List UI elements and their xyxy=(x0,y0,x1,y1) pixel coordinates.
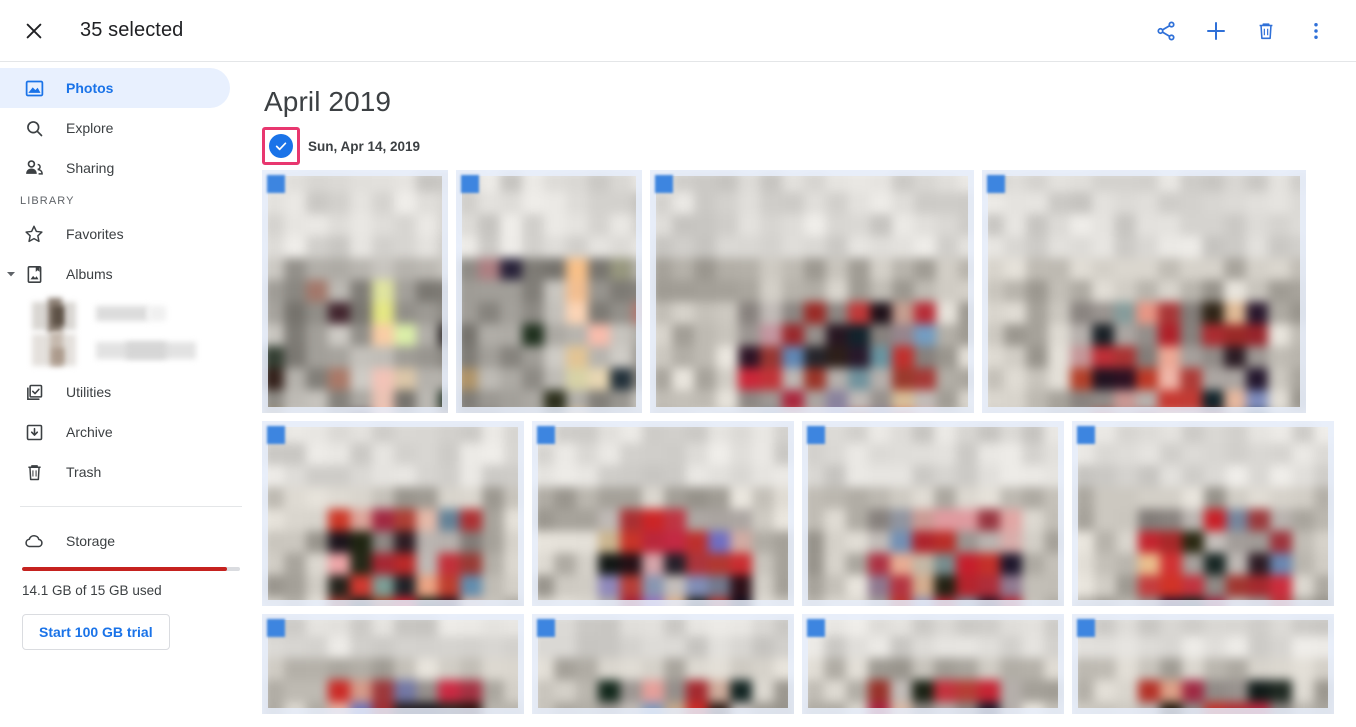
photo-grid-area: April 2019 Sun, Apr 14, 2019 xyxy=(262,62,1356,727)
check-icon xyxy=(275,142,287,151)
photo-select-checkbox[interactable] xyxy=(537,619,555,637)
photo-select-checkbox[interactable] xyxy=(987,175,1005,193)
photo-thumbnail xyxy=(982,170,1306,413)
photo-thumbnail xyxy=(1072,614,1334,714)
photo-select-checkbox[interactable] xyxy=(461,175,479,193)
storage-usage-label: 14.1 GB of 15 GB used xyxy=(22,583,162,598)
sidebar-item-trash[interactable]: Trash xyxy=(0,452,230,492)
photo-grid xyxy=(262,170,1356,714)
photo-tile[interactable] xyxy=(1072,614,1334,714)
sidebar: Photos Explore Sharing LIBRARY Favorites… xyxy=(0,62,262,727)
sidebar-divider xyxy=(20,506,242,507)
photo-tile[interactable] xyxy=(802,421,1064,606)
storage-progress-fill xyxy=(22,567,227,571)
start-trial-button[interactable]: Start 100 GB trial xyxy=(22,614,170,650)
photo-thumbnail xyxy=(1072,421,1334,606)
photo-tile[interactable] xyxy=(532,614,794,714)
people-icon xyxy=(22,156,46,180)
cloud-icon xyxy=(22,529,46,553)
sidebar-item-photos[interactable]: Photos xyxy=(0,68,230,108)
sidebar-item-explore[interactable]: Explore xyxy=(0,108,230,148)
sidebar-item-label: Explore xyxy=(66,120,114,136)
select-day-highlight xyxy=(262,127,300,165)
top-app-bar: 35 selected xyxy=(0,0,1356,62)
sidebar-item-label: Sharing xyxy=(66,160,115,176)
search-icon xyxy=(22,116,46,140)
photo-icon xyxy=(22,76,46,100)
trash-icon xyxy=(22,460,46,484)
photo-tile[interactable] xyxy=(456,170,642,413)
photo-select-checkbox[interactable] xyxy=(267,619,285,637)
archive-icon xyxy=(22,420,46,444)
photo-thumbnail xyxy=(532,421,794,606)
albums-icon xyxy=(22,262,46,286)
sidebar-item-label: Utilities xyxy=(66,384,112,400)
sidebar-item-storage[interactable]: Storage xyxy=(0,521,262,561)
photo-tile[interactable] xyxy=(262,170,448,413)
date-group-header: Sun, Apr 14, 2019 xyxy=(262,127,1356,165)
blurred-album-previews[interactable] xyxy=(0,298,262,370)
photo-tile[interactable] xyxy=(802,614,1064,714)
photo-select-checkbox[interactable] xyxy=(537,426,555,444)
sidebar-item-albums[interactable]: Albums xyxy=(0,254,230,294)
sidebar-item-label: Favorites xyxy=(66,226,124,242)
photo-thumbnail xyxy=(262,170,448,413)
utilities-icon xyxy=(22,380,46,404)
photo-thumbnail xyxy=(802,421,1064,606)
plus-icon xyxy=(1207,21,1225,40)
photo-grid-row xyxy=(262,614,1356,714)
add-to-album-button[interactable] xyxy=(1194,9,1238,53)
storage-label: Storage xyxy=(66,533,116,549)
sidebar-item-favorites[interactable]: Favorites xyxy=(0,214,230,254)
sidebar-item-label: Photos xyxy=(66,80,114,96)
photo-select-checkbox[interactable] xyxy=(1077,619,1095,637)
sidebar-item-sharing[interactable]: Sharing xyxy=(0,148,230,188)
select-day-checkbox[interactable] xyxy=(269,134,293,158)
photo-tile[interactable] xyxy=(982,170,1306,413)
photo-select-checkbox[interactable] xyxy=(1077,426,1095,444)
close-selection-button[interactable] xyxy=(14,11,54,51)
sidebar-item-utilities[interactable]: Utilities xyxy=(0,372,230,412)
share-button[interactable] xyxy=(1144,9,1188,53)
delete-button[interactable] xyxy=(1244,9,1288,53)
photo-select-checkbox[interactable] xyxy=(267,175,285,193)
close-icon xyxy=(26,23,42,38)
photo-thumbnail xyxy=(650,170,974,413)
photo-select-checkbox[interactable] xyxy=(655,175,673,193)
photo-grid-row xyxy=(262,170,1356,413)
photo-select-checkbox[interactable] xyxy=(807,426,825,444)
photo-tile[interactable] xyxy=(532,421,794,606)
sidebar-item-label: Trash xyxy=(66,464,102,480)
photo-tile[interactable] xyxy=(650,170,974,413)
photo-grid-row xyxy=(262,421,1356,606)
trash-icon xyxy=(1259,22,1273,39)
storage-progress-bar xyxy=(22,567,240,571)
photo-thumbnail xyxy=(802,614,1064,714)
sidebar-item-label: Archive xyxy=(66,424,113,440)
date-label: Sun, Apr 14, 2019 xyxy=(308,138,421,154)
selection-count-label: 35 selected xyxy=(80,19,184,41)
photo-thumbnail xyxy=(456,170,642,413)
photo-select-checkbox[interactable] xyxy=(267,426,285,444)
more-options-button[interactable] xyxy=(1294,9,1338,53)
photo-thumbnail xyxy=(262,614,524,714)
page-title: April 2019 xyxy=(264,86,392,117)
photo-thumbnail xyxy=(532,614,794,714)
photo-thumbnail xyxy=(262,421,524,606)
sidebar-item-label: Albums xyxy=(66,266,113,282)
more-options-icon xyxy=(1314,22,1318,39)
photo-select-checkbox[interactable] xyxy=(807,619,825,637)
sidebar-section-label: LIBRARY xyxy=(20,195,75,207)
chevron-down-icon[interactable] xyxy=(4,267,18,281)
photo-tile[interactable] xyxy=(262,421,524,606)
sidebar-item-archive[interactable]: Archive xyxy=(0,412,230,452)
photo-tile[interactable] xyxy=(1072,421,1334,606)
appbar-actions xyxy=(1144,9,1338,53)
share-icon xyxy=(1157,21,1175,40)
star-icon xyxy=(22,222,46,246)
photo-tile[interactable] xyxy=(262,614,524,714)
